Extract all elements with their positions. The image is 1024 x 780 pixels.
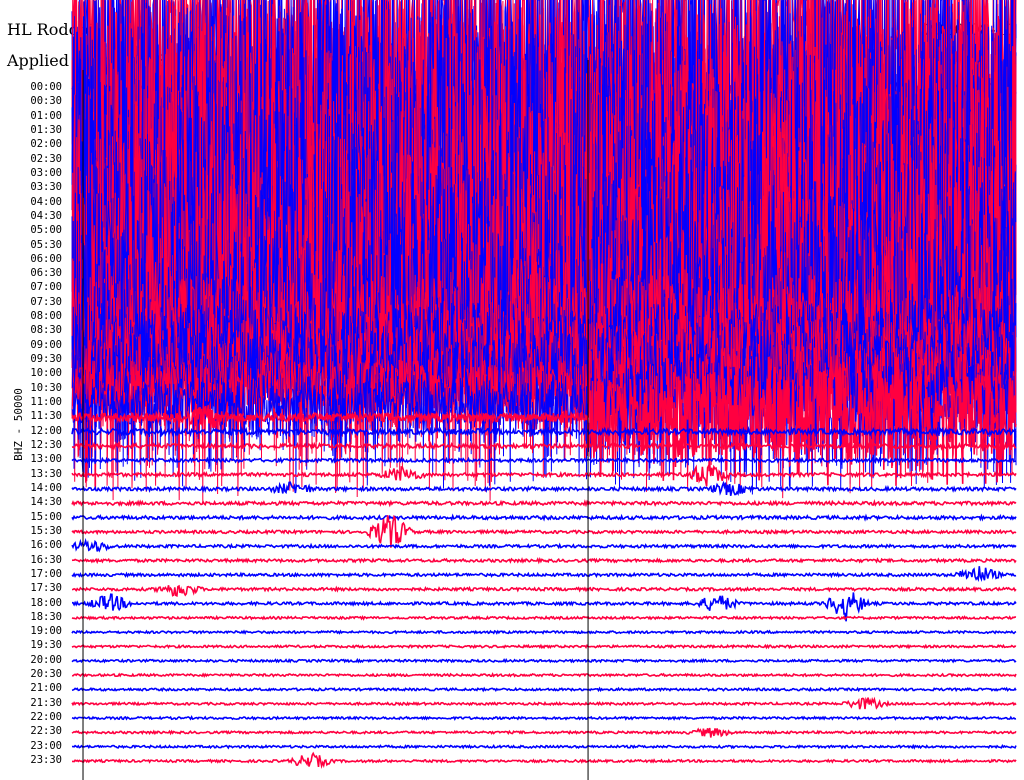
trace-2300: [71, 743, 1017, 750]
trace-2200: [71, 715, 1017, 721]
trace-1430: [71, 499, 1017, 508]
trace-1730: [71, 584, 1017, 597]
trace-1830: [71, 614, 1017, 621]
trace-2330: [72, 751, 1017, 770]
trace-1930: [71, 643, 1017, 650]
trace-2000: [71, 657, 1017, 664]
trace-1630: [71, 556, 1017, 565]
trace-1300: [71, 456, 1017, 465]
trace-1330: [71, 461, 1017, 487]
trace-1600: [71, 537, 1017, 553]
trace-2030: [71, 672, 1017, 678]
trace-2230: [71, 727, 1017, 738]
helicorder-plot: [71, 0, 1017, 780]
trace-1500: [71, 513, 1017, 522]
trace-2130: [71, 696, 1017, 710]
trace-1900: [71, 629, 1017, 635]
trace-1400: [71, 480, 1017, 496]
trace-1700: [71, 566, 1017, 583]
trace-2100: [71, 686, 1017, 693]
